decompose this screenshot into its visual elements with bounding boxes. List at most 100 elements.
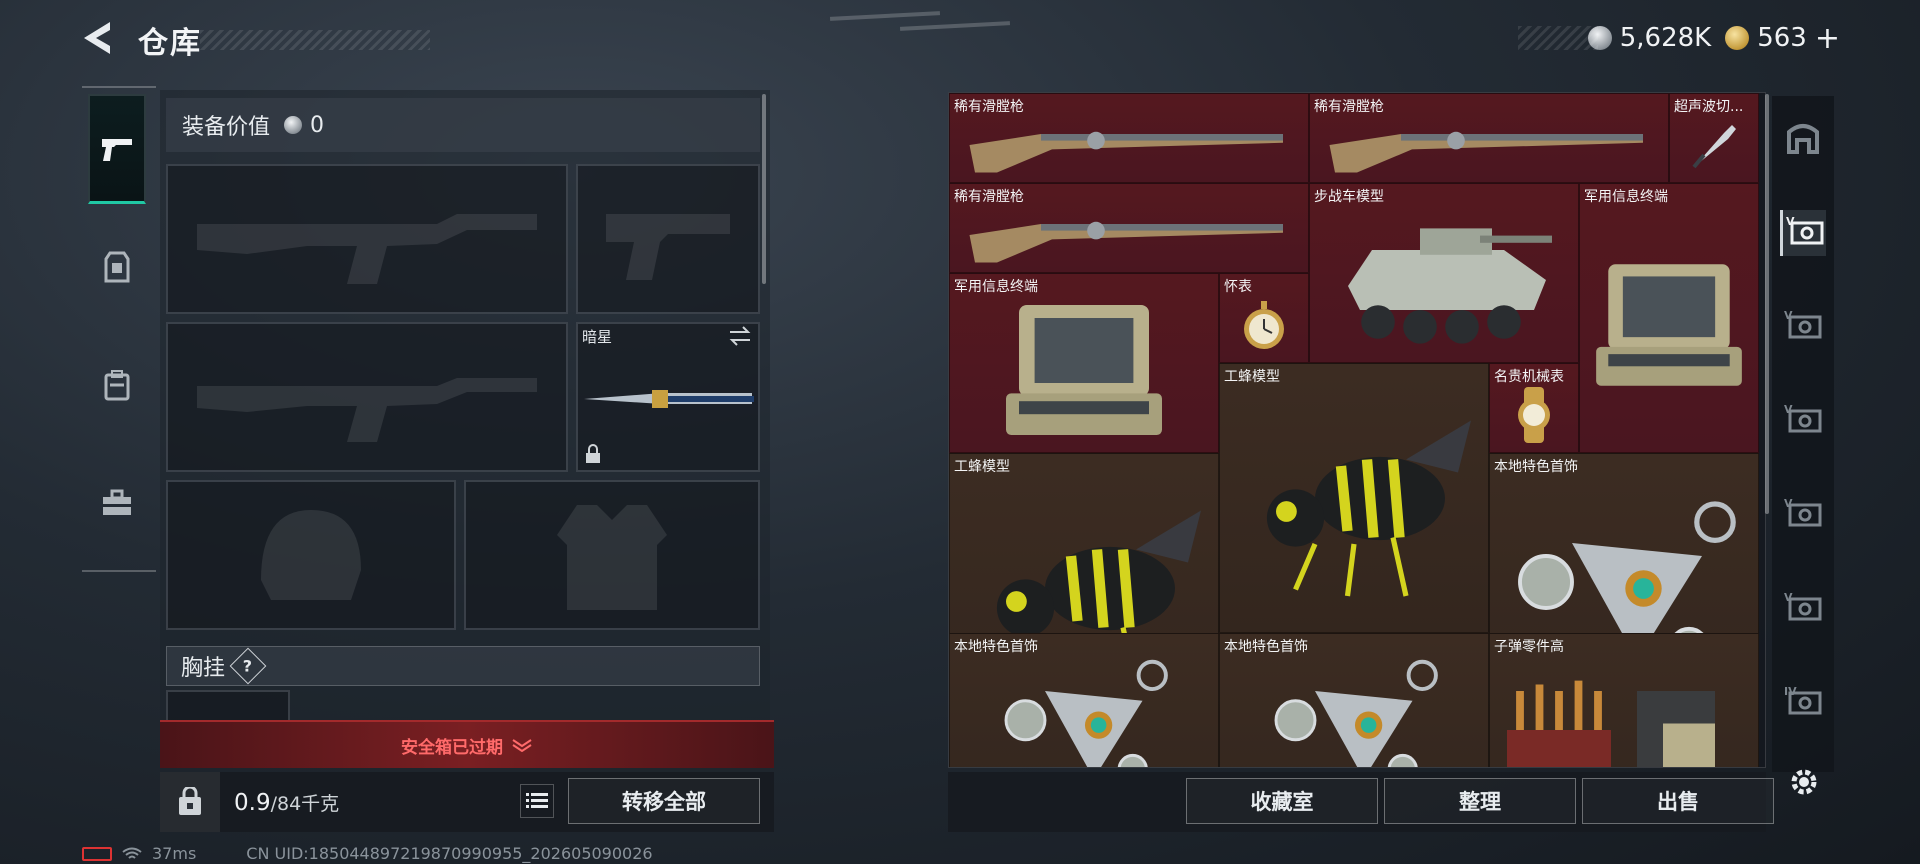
chest-rig-header[interactable]: 胸挂 ? xyxy=(166,646,760,686)
storage-tab[interactable]: V xyxy=(1780,398,1826,444)
storage-tab[interactable]: V xyxy=(1780,210,1826,256)
uid-text: CN UID:185044897219870990955_20260509002… xyxy=(246,844,653,863)
list-icon xyxy=(526,793,548,808)
item-name: 本地特色首饰 xyxy=(1494,459,1578,475)
v-case-icon: V xyxy=(1784,591,1822,627)
storage-tabs: V V V V V IV xyxy=(1772,96,1834,772)
gold-currency[interactable]: 563 + xyxy=(1725,21,1840,56)
storage-tab[interactable]: V xyxy=(1780,492,1826,538)
item-name: 军用信息终端 xyxy=(954,279,1038,295)
battery-icon xyxy=(82,846,112,861)
warehouse-item[interactable]: 本地特色首饰 xyxy=(949,633,1219,767)
status-bar: 37ms CN UID:185044897219870990955_202605… xyxy=(82,844,653,863)
melee-name: 暗星 xyxy=(582,328,613,346)
tab-armor[interactable] xyxy=(88,212,146,322)
military-terminal-icon xyxy=(954,292,1214,448)
helmet-slot[interactable] xyxy=(166,480,456,630)
warehouse-item[interactable]: 本地特色首饰 xyxy=(1219,633,1489,767)
military-terminal-icon xyxy=(1584,202,1754,448)
warehouse-item[interactable]: 军用信息终端 xyxy=(1579,183,1759,453)
item-name: 本地特色首饰 xyxy=(954,639,1038,655)
home-icon xyxy=(1785,120,1821,158)
swap-icon[interactable] xyxy=(728,326,752,350)
sidearm-slot[interactable] xyxy=(576,164,760,314)
v-case-icon: V xyxy=(1784,403,1822,439)
svg-text:V: V xyxy=(1784,403,1793,416)
svg-text:V: V xyxy=(1784,309,1793,322)
armor-slot[interactable] xyxy=(464,480,760,630)
storage-tab[interactable] xyxy=(1780,116,1826,162)
weight-max: /84千克 xyxy=(270,792,340,815)
tab-toolbox[interactable] xyxy=(88,448,146,558)
warehouse-item[interactable]: 怀表 xyxy=(1219,273,1309,363)
loadout-tabs xyxy=(82,86,156,572)
item-name: 超声波切... xyxy=(1674,99,1744,115)
bag-lock-icon xyxy=(179,787,201,815)
warehouse-scrollbar[interactable] xyxy=(1765,94,1769,514)
gold-amount: 563 xyxy=(1757,23,1807,53)
equipment-value-label: 装备价值 xyxy=(182,115,271,140)
double-chevron-down-icon xyxy=(512,739,532,752)
add-currency-button[interactable]: + xyxy=(1815,21,1840,56)
currency-bar: 5,628K 563 + xyxy=(1517,20,1850,56)
equipment-panel: 装备价值 0 暗星 胸挂 ? xyxy=(160,90,770,830)
title-decoration xyxy=(200,30,430,50)
jewelry-icon xyxy=(1224,652,1484,767)
transfer-all-button[interactable]: 转移全部 xyxy=(568,778,760,824)
warehouse-item[interactable]: 稀有滑膛枪 xyxy=(949,183,1309,273)
item-name: 子弹零件高 xyxy=(1494,639,1564,655)
back-button[interactable] xyxy=(80,18,120,58)
warehouse-item[interactable]: 超声波切... xyxy=(1669,93,1759,183)
chest-rig-slot[interactable] xyxy=(166,690,290,720)
item-name: 工蜂模型 xyxy=(954,459,1010,475)
silver-coin-icon xyxy=(1587,26,1612,50)
luxury-watch-icon xyxy=(1494,382,1574,448)
sell-button[interactable]: 出售 xyxy=(1582,778,1774,824)
silver-coin-icon xyxy=(284,116,303,134)
svg-text:V: V xyxy=(1784,497,1793,510)
safebox-expired-banner[interactable]: 安全箱已过期 xyxy=(160,720,774,768)
organize-button[interactable]: 整理 xyxy=(1384,778,1576,824)
collection-room-button[interactable]: 收藏室 xyxy=(1186,778,1378,824)
warehouse-actions: 收藏室 整理 出售 xyxy=(948,772,1774,832)
secondary-weapon-slot[interactable] xyxy=(166,322,568,472)
storage-tab[interactable]: IV xyxy=(1780,680,1826,726)
list-view-button[interactable] xyxy=(520,784,554,818)
helmet-silhouette-icon xyxy=(168,482,454,628)
knife-icon xyxy=(584,390,754,408)
tab-weapons[interactable] xyxy=(88,94,146,204)
v-case-icon: V xyxy=(1784,497,1822,533)
rifle-silhouette-icon xyxy=(168,166,566,312)
warehouse-item[interactable]: 工蜂模型 xyxy=(1219,363,1489,633)
weight-current: 0.9 xyxy=(234,789,271,816)
toolbox-icon xyxy=(103,489,131,515)
silver-currency[interactable]: 5,628K xyxy=(1587,23,1712,53)
warehouse-item[interactable]: 步战车模型 xyxy=(1309,183,1579,363)
help-icon[interactable]: ? xyxy=(229,647,267,685)
ammo-parts-icon xyxy=(1494,652,1754,767)
warehouse-item[interactable]: 子弹零件高 xyxy=(1489,633,1759,767)
pistol-icon xyxy=(102,138,132,161)
warehouse-item[interactable]: 名贵机械表 xyxy=(1489,363,1579,453)
bag-button[interactable] xyxy=(160,772,220,832)
chest-rig-label: 胸挂 xyxy=(181,656,226,681)
armor-icon xyxy=(104,251,130,283)
warehouse-item[interactable]: 稀有滑膛枪 xyxy=(1309,93,1669,183)
storage-tab[interactable]: V xyxy=(1780,586,1826,632)
warehouse-item[interactable]: 稀有滑膛枪 xyxy=(949,93,1309,183)
melee-slot[interactable]: 暗星 xyxy=(576,322,760,472)
tab-backpack[interactable] xyxy=(88,330,146,440)
storage-tab[interactable]: V xyxy=(1780,304,1826,350)
item-name: 军用信息终端 xyxy=(1584,189,1668,205)
silver-amount: 5,628K xyxy=(1619,23,1712,53)
svg-text:V: V xyxy=(1786,215,1795,228)
settings-button[interactable] xyxy=(1782,760,1826,804)
equipment-scrollbar[interactable] xyxy=(762,94,766,284)
worker-bee-model-icon xyxy=(1224,382,1484,628)
warehouse-item[interactable]: 军用信息终端 xyxy=(949,273,1219,453)
gold-coin-icon xyxy=(1725,26,1750,50)
page-title: 仓库 xyxy=(138,26,202,61)
primary-weapon-slot[interactable] xyxy=(166,164,568,314)
pocket-watch-icon xyxy=(1224,292,1304,358)
iv-case-icon: IV xyxy=(1784,685,1822,721)
